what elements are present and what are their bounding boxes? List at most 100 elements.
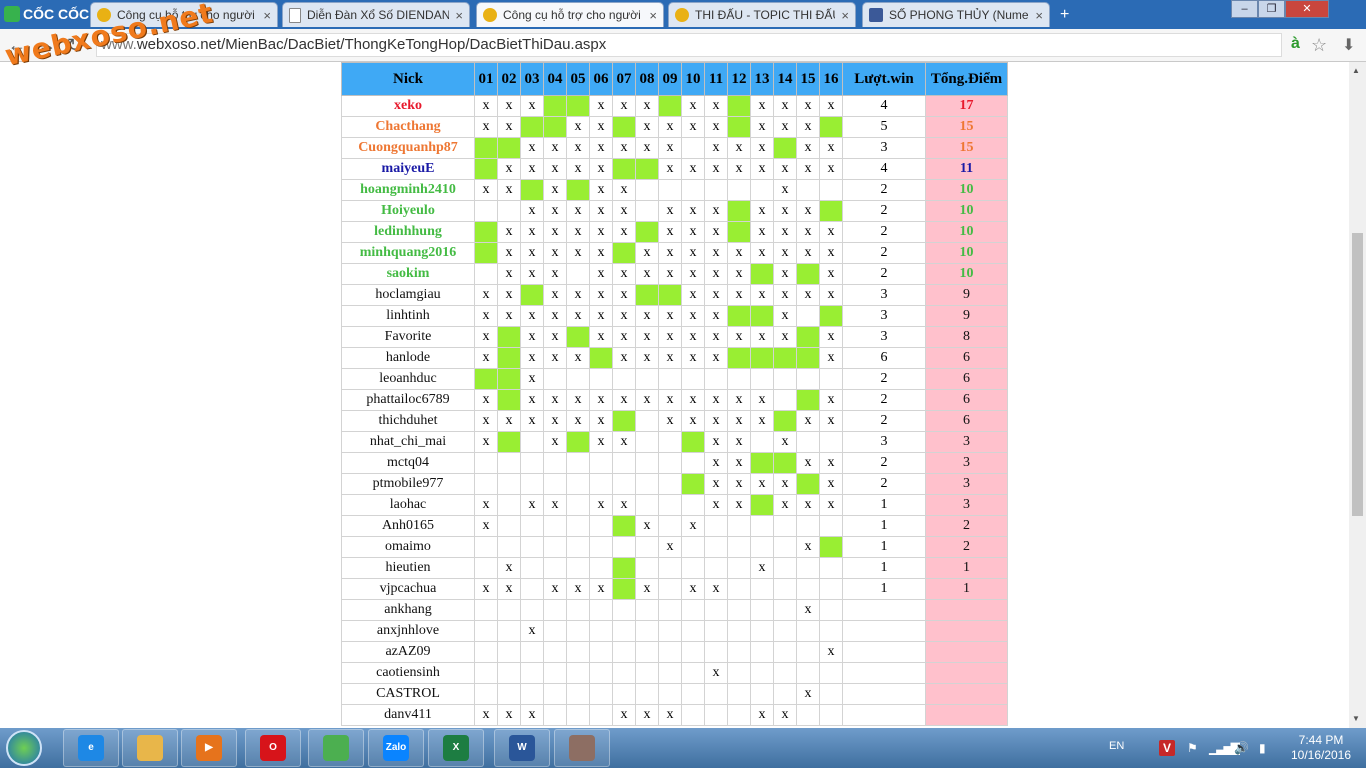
minimize-button[interactable]: – — [1231, 0, 1258, 18]
bookmark-star-icon[interactable]: ☆ — [1311, 35, 1327, 56]
browser-tab[interactable]: Diễn Đàn Xổ Số DIENDAN × — [282, 2, 470, 27]
scrollbar-thumb[interactable] — [1352, 233, 1363, 516]
nick-cell[interactable]: Hoiyeulo — [341, 200, 475, 222]
nick-cell[interactable]: danv411 — [341, 704, 475, 726]
system-clock[interactable]: 7:44 PM 10/16/2016 — [1286, 733, 1356, 763]
tab-close-icon[interactable]: × — [841, 8, 849, 23]
empty-cell — [474, 620, 498, 642]
word-taskbar-button[interactable]: W — [494, 729, 550, 767]
tab-close-icon[interactable]: × — [263, 8, 271, 23]
nick-cell[interactable]: xeko — [341, 95, 475, 117]
miss-cell: x — [658, 200, 682, 222]
competition-stats-table: Nick 01 02 03 04 05 06 07 08 09 10 11 12 13 14 15 16 Lượt… — [341, 62, 1008, 726]
miss-cell: x — [750, 704, 774, 726]
nick-cell[interactable]: hanlode — [341, 347, 475, 369]
header-round: 14 — [773, 62, 797, 96]
miss-cell: x — [543, 389, 567, 411]
word-icon: W — [509, 735, 535, 761]
nick-cell[interactable]: CASTROL — [341, 683, 475, 705]
browser-tab[interactable]: Công cụ hỗ trợ cho người × — [476, 2, 664, 27]
empty-cell — [681, 662, 705, 684]
nick-cell[interactable]: nhat_chi_mai — [341, 431, 475, 453]
nick-cell[interactable]: minhquang2016 — [341, 242, 475, 264]
miss-cell: x — [727, 452, 751, 474]
nick-cell[interactable]: leoanhduc — [341, 368, 475, 390]
zalo-taskbar-button[interactable]: Zalo — [368, 729, 424, 767]
windows-taskbar: e ▶ O Zalo X W EN V ⚑ ▁▃▅▇ 🔊 ▮ 7:44 PM 10/16/… — [0, 728, 1366, 768]
nick-cell[interactable]: caotiensinh — [341, 662, 475, 684]
nick-cell[interactable]: thichduhet — [341, 410, 475, 432]
file-explorer-taskbar-button[interactable] — [122, 729, 178, 767]
hit-cell — [543, 95, 567, 117]
tab-close-icon[interactable]: × — [455, 8, 463, 23]
table-row: laohac x x x x x x x x x x 1 3 — [341, 494, 1008, 516]
nick-cell[interactable]: ledinhhung — [341, 221, 475, 243]
address-bar[interactable]: www.webxoso.net/MienBac/DacBiet/ThongKeT… — [96, 33, 1282, 57]
internet-explorer-icon: e — [78, 735, 104, 761]
miss-cell: x — [589, 410, 613, 432]
close-window-button[interactable]: ✕ — [1285, 0, 1329, 18]
nick-cell[interactable]: omaimo — [341, 536, 475, 558]
battery-icon[interactable]: ▮ — [1259, 741, 1266, 755]
start-button[interactable] — [6, 730, 42, 766]
coccoc-icon — [323, 735, 349, 761]
empty-cell — [819, 704, 843, 726]
restore-button[interactable]: ❐ — [1258, 0, 1285, 18]
empty-cell — [589, 620, 613, 642]
empty-cell — [658, 662, 682, 684]
nick-cell[interactable]: laohac — [341, 494, 475, 516]
empty-cell — [520, 515, 544, 537]
vietkey-icon[interactable]: V — [1159, 740, 1175, 756]
miss-cell: x — [497, 158, 521, 180]
nick-cell[interactable]: phattailoc6789 — [341, 389, 475, 411]
nick-cell[interactable]: Favorite — [341, 326, 475, 348]
volume-icon[interactable]: 🔊 — [1234, 741, 1249, 755]
miss-cell: x — [543, 431, 567, 453]
miss-cell: x — [589, 116, 613, 138]
miss-cell: x — [566, 200, 590, 222]
internet-explorer-taskbar-button[interactable]: e — [63, 729, 119, 767]
miss-cell: x — [566, 242, 590, 264]
empty-cell — [658, 179, 682, 201]
nick-cell[interactable]: hoclamgiau — [341, 284, 475, 306]
tab-close-icon[interactable]: × — [649, 8, 657, 23]
miss-cell: x — [773, 494, 797, 516]
nick-cell[interactable]: Anh0165 — [341, 515, 475, 537]
empty-cell — [474, 683, 498, 705]
nick-cell[interactable]: maiyeuE — [341, 158, 475, 180]
nick-cell[interactable]: ptmobile977 — [341, 473, 475, 495]
translate-icon[interactable]: à — [1291, 35, 1300, 53]
nick-cell[interactable]: Chacthang — [341, 116, 475, 138]
tab-close-icon[interactable]: × — [1035, 8, 1043, 23]
nick-cell[interactable]: azAZ09 — [341, 641, 475, 663]
download-icon[interactable]: ⬇ — [1342, 35, 1355, 55]
scroll-up-arrow-icon[interactable]: ▲ — [1352, 66, 1360, 75]
empty-cell — [589, 704, 613, 726]
empty-cell — [773, 683, 797, 705]
nick-cell[interactable]: anxjnhlove — [341, 620, 475, 642]
paint-taskbar-button[interactable] — [554, 729, 610, 767]
nick-cell[interactable]: mctq04 — [341, 452, 475, 474]
browser-tab[interactable]: THI ĐẤU - TOPIC THI ĐẤU × — [668, 2, 856, 27]
flag-icon[interactable]: ⚑ — [1187, 741, 1198, 755]
coccoc-logo[interactable]: CỐC CỐC — [4, 4, 89, 24]
nick-cell[interactable]: hieutien — [341, 557, 475, 579]
empty-cell — [543, 368, 567, 390]
nick-cell[interactable]: vjpcachua — [341, 578, 475, 600]
excel-taskbar-button[interactable]: X — [428, 729, 484, 767]
opera-taskbar-button[interactable]: O — [245, 729, 301, 767]
coccoc-taskbar-button[interactable] — [308, 729, 364, 767]
language-indicator[interactable]: EN — [1109, 740, 1124, 752]
nick-cell[interactable]: saokim — [341, 263, 475, 285]
miss-cell: x — [520, 137, 544, 159]
nick-cell[interactable]: linhtinh — [341, 305, 475, 327]
scroll-down-arrow-icon[interactable]: ▼ — [1352, 714, 1360, 723]
miss-cell: x — [566, 284, 590, 306]
browser-tab[interactable]: SỐ PHONG THỦY (Numer × — [862, 2, 1050, 27]
new-tab-button[interactable]: + — [1060, 6, 1069, 24]
nick-cell[interactable]: hoangminh2410 — [341, 179, 475, 201]
nick-cell[interactable]: Cuongquanhp87 — [341, 137, 475, 159]
empty-cell — [474, 263, 498, 285]
nick-cell[interactable]: ankhang — [341, 599, 475, 621]
media-player-taskbar-button[interactable]: ▶ — [181, 729, 237, 767]
